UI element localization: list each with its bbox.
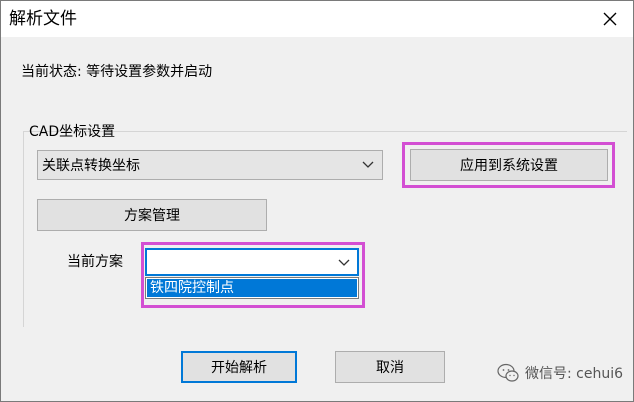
start-parse-button[interactable]: 开始解析 [181, 351, 297, 383]
chevron-down-icon [338, 259, 350, 266]
apply-to-system-button[interactable]: 应用到系统设置 [410, 149, 608, 181]
plan-option-item[interactable]: 铁四院控制点 [147, 279, 357, 297]
coord-mode-select[interactable]: 关联点转换坐标 [37, 150, 383, 180]
window-title: 解析文件 [9, 9, 77, 29]
scheme-management-button[interactable]: 方案管理 [37, 199, 267, 231]
chevron-down-icon [362, 161, 374, 168]
close-button[interactable] [587, 1, 633, 37]
close-icon [603, 12, 617, 26]
current-plan-label: 当前方案 [67, 254, 123, 270]
status-text: 当前状态: 等待设置参数并启动 [21, 64, 213, 80]
wechat-watermark: 微信号: cehui6 [497, 363, 623, 383]
wechat-icon [497, 363, 519, 382]
plan-dropdown-list: 铁四院控制点 [145, 277, 359, 299]
title-bar: 解析文件 [1, 1, 633, 37]
coord-mode-select-value: 关联点转换坐标 [42, 158, 140, 174]
watermark-text: 微信号: cehui6 [524, 366, 623, 382]
cancel-button[interactable]: 取消 [335, 351, 445, 383]
current-plan-select[interactable] [145, 248, 359, 276]
parse-file-dialog: 解析文件 当前状态: 等待设置参数并启动 CAD坐标设置 关联点转换坐标 应用到… [0, 0, 634, 402]
cad-settings-group-label: CAD坐标设置 [29, 124, 116, 140]
